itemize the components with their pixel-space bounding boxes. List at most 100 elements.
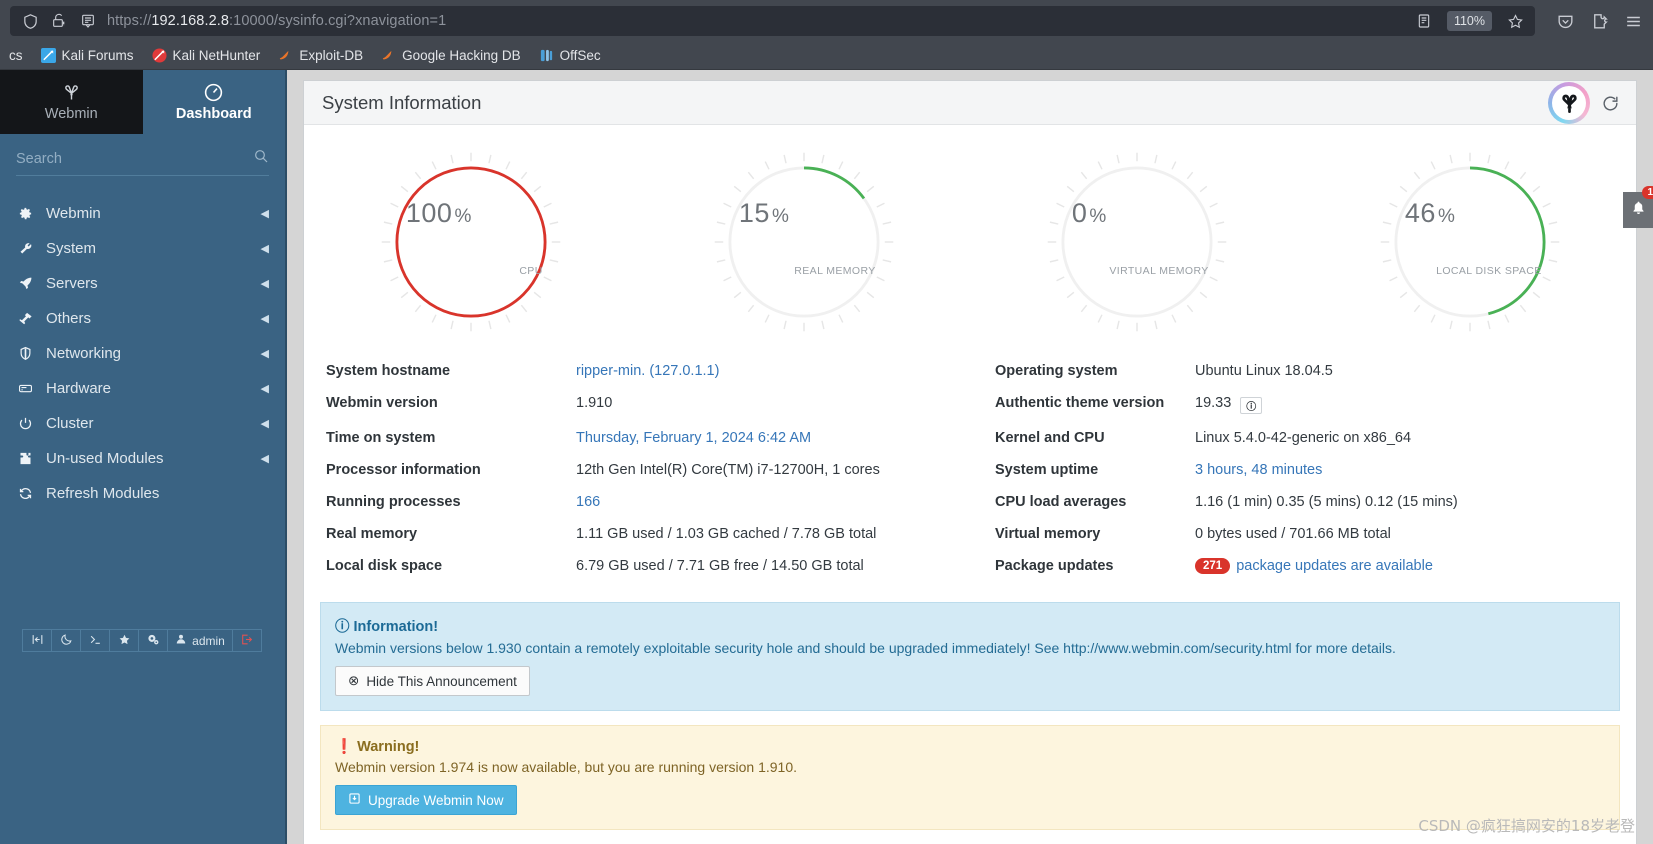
sidebar-item-unused-modules[interactable]: Un-used Modules ◀ [0, 441, 285, 476]
info-key: System uptime [995, 462, 1099, 478]
upgrade-webmin-button[interactable]: Upgrade Webmin Now [335, 785, 517, 815]
sidebar-item-webmin[interactable]: Webmin ◀ [0, 196, 285, 231]
search-icon[interactable] [253, 148, 269, 169]
sidebar-item-others[interactable]: Others ◀ [0, 301, 285, 336]
alert-title-text: Warning! [357, 739, 420, 755]
card-header: System Information [304, 81, 1636, 125]
page-title: System Information [322, 91, 482, 113]
sidebar-item-hardware[interactable]: Hardware ◀ [0, 371, 285, 406]
info-key: CPU load averages [995, 494, 1127, 510]
sidebar: Webmin Dashboard Search Webmin ◀ System … [0, 70, 287, 844]
bookmark-item[interactable]: cs [0, 48, 32, 63]
bookmark-item-exploit-db[interactable]: Exploit-DB [269, 48, 372, 63]
gauge-unit: % [454, 206, 472, 228]
kali-forums-icon [40, 48, 56, 63]
info-value-real-memory: 1.11 GB used / 1.03 GB cached / 7.78 GB … [576, 526, 877, 542]
shield-icon [18, 346, 40, 361]
offsec-icon [539, 48, 554, 63]
settings-button[interactable] [138, 629, 169, 652]
exploit-db-icon [278, 48, 293, 63]
info-value-operating-system: Ubuntu Linux 18.04.5 [1195, 363, 1333, 379]
logout-button[interactable] [231, 629, 262, 652]
info-value-time-on-system[interactable]: Thursday, February 1, 2024 6:42 AM [576, 422, 995, 454]
refresh-page-icon[interactable] [1601, 94, 1620, 113]
sidebar-item-refresh-modules[interactable]: Refresh Modules [0, 476, 285, 511]
search-input[interactable] [16, 150, 253, 167]
zoom-level-badge[interactable]: 110% [1446, 11, 1492, 31]
info-key: Real memory [326, 526, 418, 542]
notification-tab[interactable]: 1 [1623, 186, 1653, 228]
sidebar-item-servers[interactable]: Servers ◀ [0, 266, 285, 301]
info-key: Processor information [326, 462, 481, 478]
information-alert: ⓘ Information! Webmin versions below 1.9… [320, 602, 1620, 711]
hide-announcement-button[interactable]: ⊗ Hide This Announcement [335, 666, 530, 696]
sidebar-tab-dashboard[interactable]: Dashboard [142, 70, 285, 134]
info-circle-icon: ⓘ [335, 619, 350, 635]
collapse-sidebar-button[interactable] [22, 629, 53, 652]
lock-warning-icon[interactable] [49, 11, 69, 31]
info-key: Operating system [995, 363, 1118, 379]
gauge-cell-real-memory: 15% REAL MEMORY [637, 147, 970, 337]
bookmark-label: cs [9, 48, 23, 63]
info-key: Package updates [995, 558, 1114, 574]
webmin-authentic-logo-icon[interactable] [1548, 82, 1590, 124]
sidebar-item-cluster[interactable]: Cluster ◀ [0, 406, 285, 441]
favorites-button[interactable] [109, 629, 140, 652]
main-content: System Information 100 % CPU 15 % REAL M… [287, 70, 1653, 844]
url-text[interactable]: https://192.168.2.8:10000/sysinfo.cgi?xn… [107, 13, 1405, 29]
kali-nethunter-icon [151, 48, 167, 63]
gauge-value-local-disk-space: 46% [1405, 198, 1455, 229]
resource-gauges: 100% CPU 15% REAL MEMORY 0 % VIRTUAL MEM… [304, 125, 1636, 347]
info-value-running-processes[interactable]: 166 [576, 486, 995, 518]
address-bar[interactable]: https://192.168.2.8:10000/sysinfo.cgi?xn… [10, 6, 1535, 36]
gauge-cpu: 100% CPU [376, 147, 566, 337]
terminal-button[interactable] [80, 629, 111, 652]
bookmark-star-icon[interactable] [1505, 11, 1525, 31]
info-value-processor: 12th Gen Intel(R) Core(TM) i7-12700H, 1 … [576, 462, 880, 478]
info-icon[interactable]: ⓘ [1240, 397, 1263, 414]
refresh-icon [18, 486, 40, 501]
info-value-uptime[interactable]: 3 hours, 48 minutes [1195, 454, 1614, 486]
reader-mode-toggle-icon[interactable] [1414, 11, 1434, 31]
bookmark-item-kali-forums[interactable]: Kali Forums [32, 48, 143, 63]
package-updates-badge: 271 [1195, 558, 1231, 574]
info-key: Kernel and CPU [995, 430, 1105, 446]
package-updates-link[interactable]: package updates are available [1236, 558, 1433, 574]
info-key: System hostname [326, 363, 451, 379]
gear-icon [18, 206, 40, 221]
bookmark-item-offsec[interactable]: OffSec [530, 48, 610, 63]
pocket-icon[interactable] [1555, 11, 1575, 31]
gauge-number: 100 [405, 198, 453, 229]
reader-view-icon[interactable] [78, 11, 98, 31]
info-value-hostname[interactable]: ripper-min. (127.0.1.1) [576, 355, 995, 387]
sidebar-item-label: System [46, 240, 97, 257]
hamburger-menu-icon[interactable] [1623, 11, 1643, 31]
gears-icon [146, 633, 160, 649]
sidebar-tab-webmin[interactable]: Webmin [0, 70, 143, 134]
sidebar-item-system[interactable]: System ◀ [0, 231, 285, 266]
sidebar-item-networking[interactable]: Networking ◀ [0, 336, 285, 371]
shield-icon[interactable] [20, 11, 40, 31]
download-box-icon [348, 792, 361, 808]
terminal-icon [89, 633, 102, 649]
dark-mode-button[interactable] [51, 629, 82, 652]
extension-icon[interactable] [1589, 11, 1609, 31]
watermark: CSDN @疯狂搞网安的18岁老登 [1418, 817, 1635, 835]
chevron-left-icon: ◀ [260, 243, 269, 255]
user-account-button[interactable]: admin [167, 629, 233, 652]
chevron-left-icon: ◀ [260, 313, 269, 325]
info-key: Local disk space [326, 558, 443, 574]
bookmark-item-kali-nethunter[interactable]: Kali NetHunter [143, 48, 270, 63]
information-alert-title: ⓘ Information! [335, 615, 1605, 636]
page-body: Webmin Dashboard Search Webmin ◀ System … [0, 70, 1653, 844]
url-scheme: https:// [107, 13, 152, 29]
info-key: Time on system [326, 430, 436, 446]
bookmark-item-google-hacking-db[interactable]: Google Hacking DB [372, 48, 530, 63]
sidebar-item-label: Hardware [46, 380, 112, 397]
sidebar-search[interactable] [16, 142, 269, 176]
gauge-value-virtual-memory: 0% [1072, 198, 1107, 229]
browser-chrome: https://192.168.2.8:10000/sysinfo.cgi?xn… [0, 0, 1653, 70]
circle-x-icon: ⊗ [348, 673, 360, 688]
wrench-icon [18, 241, 40, 256]
url-bar-row: https://192.168.2.8:10000/sysinfo.cgi?xn… [0, 0, 1653, 42]
